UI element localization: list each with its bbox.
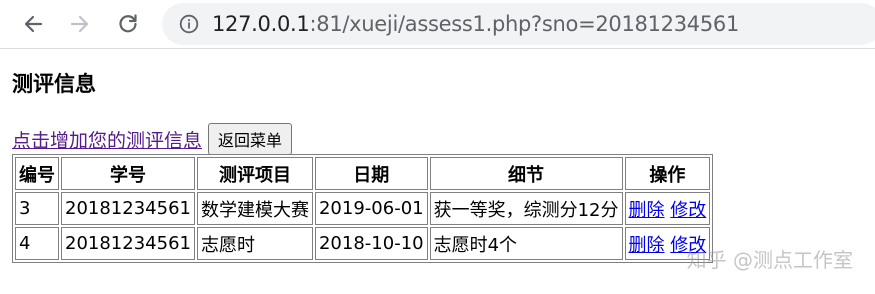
browser-toolbar: 127.0.0.1:81/xueji/assess1.php?sno=20181…: [0, 0, 875, 49]
cell-actions: 删除 修改: [624, 192, 711, 225]
col-header-actions: 操作: [624, 157, 711, 190]
info-icon[interactable]: [178, 13, 200, 35]
cell-id: 3: [15, 192, 59, 225]
cell-detail: 获一等奖，综测分12分: [429, 192, 623, 225]
action-line: 点击增加您的测评信息 返回菜单: [12, 123, 293, 155]
add-assessment-link[interactable]: 点击增加您的测评信息: [12, 126, 202, 153]
assessment-table: 编号 学号 测评项目 日期 细节 操作 3 20181234561 数学建模大赛…: [12, 154, 714, 263]
cell-id: 4: [15, 227, 59, 260]
col-header-sno: 学号: [61, 157, 195, 190]
col-header-date: 日期: [314, 157, 428, 190]
table-row: 4 20181234561 志愿时 2018-10-10 志愿时4个 删除 修改: [15, 227, 711, 260]
page-title: 测评信息: [12, 72, 96, 96]
col-header-item: 测评项目: [196, 157, 313, 190]
arrow-right-icon: [70, 15, 89, 33]
delete-link[interactable]: 删除: [629, 200, 665, 221]
url-text: 127.0.0.1:81/xueji/assess1.php?sno=20181…: [212, 12, 739, 36]
reload-button[interactable]: [113, 9, 143, 39]
back-button[interactable]: [18, 9, 48, 39]
arrow-left-icon: [24, 15, 43, 33]
col-header-id: 编号: [15, 157, 59, 190]
table-row: 3 20181234561 数学建模大赛 2019-06-01 获一等奖，综测分…: [15, 192, 711, 225]
col-header-detail: 细节: [429, 157, 623, 190]
cell-date: 2018-10-10: [314, 227, 428, 260]
cell-item: 志愿时: [196, 227, 313, 260]
cell-sno: 20181234561: [61, 192, 195, 225]
edit-link[interactable]: 修改: [670, 200, 706, 221]
table-header-row: 编号 学号 测评项目 日期 细节 操作: [15, 157, 711, 190]
reload-icon: [119, 14, 137, 33]
back-to-menu-button[interactable]: 返回菜单: [208, 123, 293, 155]
cell-sno: 20181234561: [61, 227, 195, 260]
address-bar[interactable]: 127.0.0.1:81/xueji/assess1.php?sno=20181…: [162, 3, 875, 45]
forward-button[interactable]: [65, 9, 95, 39]
url-path: :81/xueji/assess1.php?sno=20181234561: [309, 12, 740, 36]
delete-link[interactable]: 删除: [629, 235, 665, 256]
watermark: 知乎 @测点工作室: [686, 248, 853, 272]
cell-date: 2019-06-01: [314, 192, 428, 225]
url-host: 127.0.0.1: [212, 12, 310, 36]
cell-item: 数学建模大赛: [196, 192, 313, 225]
cell-detail: 志愿时4个: [429, 227, 623, 260]
